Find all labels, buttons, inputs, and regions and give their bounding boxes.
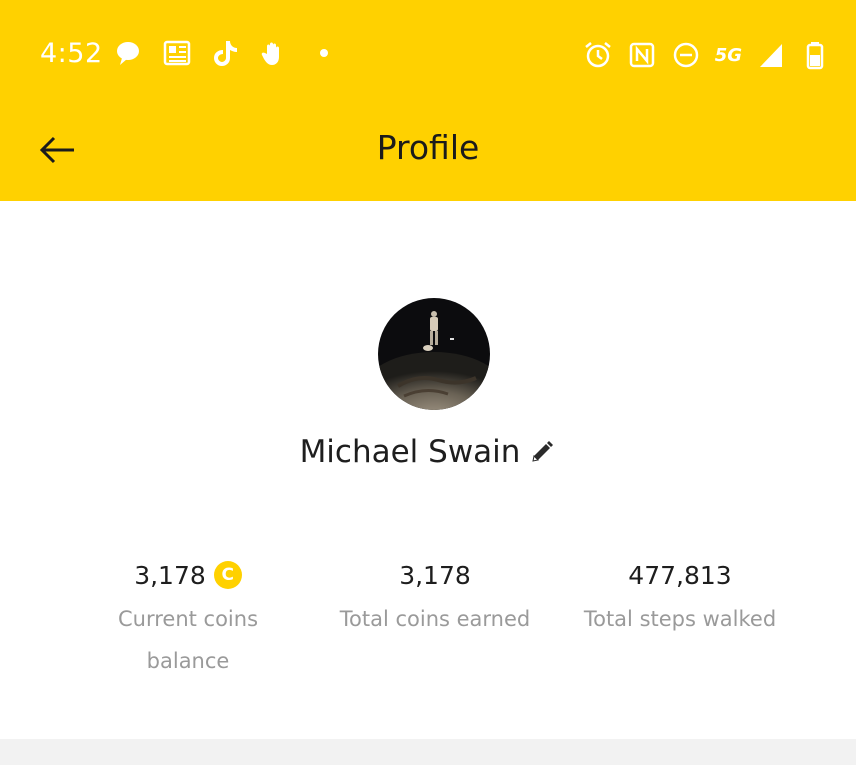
stat-total-steps: 477,813 Total steps walked — [570, 556, 790, 640]
app-bar: Profile — [0, 100, 856, 201]
alarm-icon — [584, 42, 611, 68]
status-right-icons: 5G — [583, 40, 830, 70]
chat-bubble-icon — [117, 42, 139, 65]
stat-current-coins: 3,178 C Current coins balance — [78, 556, 298, 682]
profile-name: Michael Swain — [299, 434, 521, 470]
profile-photo — [378, 298, 490, 410]
stat-label: Current coins balance — [117, 607, 259, 673]
nfc-icon — [629, 42, 654, 68]
do-not-disturb-icon — [673, 42, 698, 68]
stats-row: 3,178 C Current coins balance 3,178 Tota… — [0, 556, 856, 696]
status-left-icons — [114, 38, 328, 68]
stat-total-coins: 3,178 Total coins earned — [325, 556, 545, 640]
avatar[interactable] — [378, 298, 490, 410]
battery-icon — [806, 42, 824, 70]
5g-icon: 5G — [714, 44, 742, 66]
coin-icon: C — [213, 561, 242, 589]
stat-value: 477,813 — [628, 560, 732, 590]
stat-label: Total steps walked — [583, 607, 777, 631]
status-bar: 4:52 5G — [0, 0, 856, 100]
notification-dot-icon — [320, 49, 328, 57]
stat-value: 3,178 — [134, 560, 206, 590]
status-time: 4:52 — [40, 38, 103, 69]
stat-label: Total coins earned — [339, 607, 531, 631]
name-row: Michael Swain — [0, 434, 856, 470]
page-title: Profile — [376, 128, 480, 167]
section-divider — [0, 739, 856, 765]
pencil-icon[interactable] — [528, 438, 556, 466]
stat-value: 3,178 — [399, 560, 471, 590]
profile-content: Michael Swain 3,178 C Current coins bala… — [0, 201, 856, 739]
tiktok-icon — [214, 41, 237, 66]
signal-icon — [760, 44, 782, 67]
news-icon — [163, 40, 191, 66]
hand-icon — [261, 42, 279, 65]
